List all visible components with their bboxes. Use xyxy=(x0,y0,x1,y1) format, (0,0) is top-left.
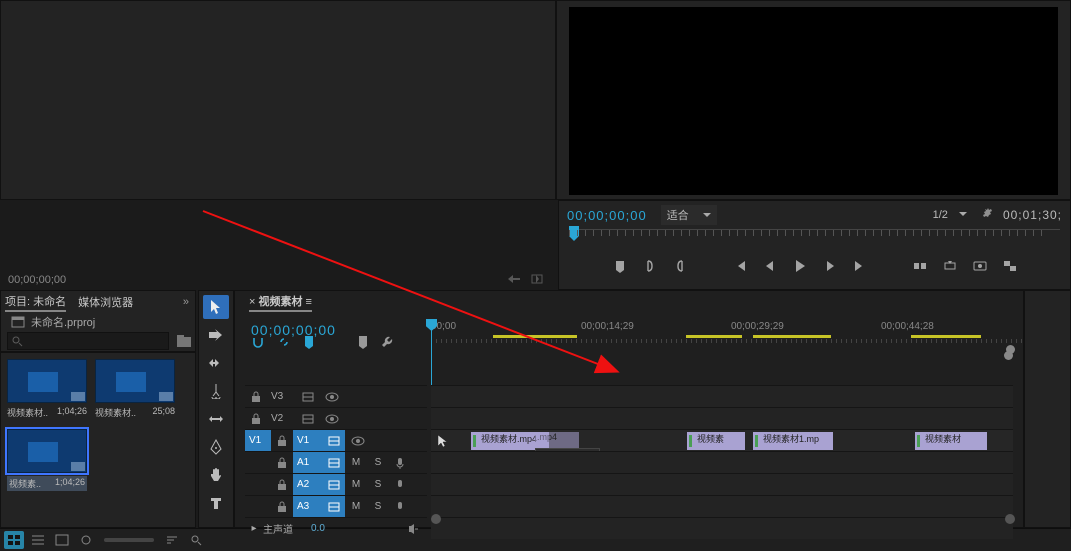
clip-video-2[interactable]: 视频素 xyxy=(687,432,745,450)
track-header-v3[interactable]: V3 xyxy=(245,385,427,407)
track-header-v1[interactable]: V1 V1 xyxy=(245,429,427,451)
hand-tool[interactable] xyxy=(203,463,229,487)
project-search-input[interactable] xyxy=(7,332,169,350)
source-timecode[interactable]: 00;00;00;00 xyxy=(8,274,66,286)
sync-lock-icon[interactable] xyxy=(297,386,319,407)
sound-icon[interactable] xyxy=(405,523,419,535)
insert-icon[interactable] xyxy=(506,272,524,288)
snap-icon[interactable] xyxy=(251,335,265,349)
clip-thumbnail[interactable]: 视频素材..25;08 xyxy=(95,359,175,419)
sort-icon[interactable] xyxy=(162,531,182,549)
master-track[interactable]: ▸ 主声道 0.0 xyxy=(245,517,427,539)
search-icon xyxy=(11,335,23,347)
timeline-panel: × 视频素材 ≡ 00;00;00;00 00;00 00;00;14;29 0… xyxy=(234,290,1024,528)
go-to-in-button[interactable] xyxy=(730,257,750,275)
comparison-view-button[interactable] xyxy=(1000,257,1020,275)
master-volume[interactable]: 0.0 xyxy=(311,523,325,534)
solo-button[interactable]: S xyxy=(367,452,389,473)
list-view-button[interactable] xyxy=(28,531,48,549)
track-header-a3[interactable]: A3 M S xyxy=(245,495,427,517)
program-duration: 00;01;30; xyxy=(1003,208,1062,222)
go-to-out-button[interactable] xyxy=(850,257,870,275)
track-select-tool[interactable] xyxy=(203,323,229,347)
export-frame-button[interactable] xyxy=(970,257,990,275)
step-forward-button[interactable] xyxy=(820,257,840,275)
icon-view-button[interactable] xyxy=(4,531,24,549)
clip-thumbnail[interactable]: 视频素材..1;04;26 xyxy=(7,359,87,419)
tab-project[interactable]: 项目: 未命名 xyxy=(5,293,66,312)
overwrite-icon[interactable] xyxy=(530,272,548,288)
program-video-area[interactable] xyxy=(569,7,1058,195)
program-timecode[interactable]: 00;00;00;00 xyxy=(567,208,647,223)
mark-in-button[interactable] xyxy=(640,257,660,275)
track-header-a1[interactable]: A1 M S xyxy=(245,451,427,473)
track-header-v2[interactable]: V2 xyxy=(245,407,427,429)
wrench-icon[interactable] xyxy=(381,335,395,349)
extract-button[interactable] xyxy=(940,257,960,275)
type-tool[interactable] xyxy=(203,491,229,515)
linked-selection-icon[interactable] xyxy=(277,335,291,349)
expand-icon[interactable]: ▸ xyxy=(245,523,263,534)
thumbnail-zoom-slider[interactable] xyxy=(104,538,154,542)
lift-button[interactable] xyxy=(910,257,930,275)
mark-out-button[interactable] xyxy=(670,257,690,275)
track-header-a2[interactable]: A2 M S xyxy=(245,473,427,495)
toggle-track-output-icon[interactable] xyxy=(319,386,345,407)
tool-panel xyxy=(198,290,234,528)
zoom-scroll-right[interactable] xyxy=(1005,514,1015,524)
clip-thumbnail-selected[interactable]: 视频素..1;04;26 xyxy=(7,429,87,491)
play-button[interactable] xyxy=(790,257,810,275)
add-marker-button[interactable] xyxy=(610,257,630,275)
new-bin-button[interactable] xyxy=(175,333,193,349)
timeline-settings-icon[interactable] xyxy=(357,335,369,349)
selection-tool[interactable] xyxy=(203,295,229,319)
step-back-button[interactable] xyxy=(760,257,780,275)
tab-media-browser[interactable]: 媒体浏览器 xyxy=(78,294,133,310)
mute-button[interactable]: M xyxy=(345,452,367,473)
zoom-slider-icon[interactable] xyxy=(76,531,96,549)
program-scrubber[interactable] xyxy=(569,229,1060,251)
resolution-dropdown[interactable]: 1/2 xyxy=(933,209,967,221)
freeform-view-button[interactable] xyxy=(52,531,72,549)
settings-icon[interactable] xyxy=(981,207,997,223)
slip-tool[interactable] xyxy=(203,407,229,431)
program-monitor xyxy=(556,0,1071,200)
add-marker-icon[interactable] xyxy=(303,335,315,349)
pen-tool[interactable] xyxy=(203,435,229,459)
clip-video-4[interactable]: 视频素材 xyxy=(915,432,987,450)
clip-video-3[interactable]: 视频素材1.mp xyxy=(753,432,833,450)
cursor-icon xyxy=(437,434,449,448)
lock-icon[interactable] xyxy=(245,386,267,407)
ripple-edit-tool[interactable] xyxy=(203,351,229,375)
source-patch-v1[interactable]: V1 xyxy=(245,430,271,451)
project-file-label: 未命名.prproj xyxy=(31,314,95,330)
find-icon[interactable] xyxy=(186,531,206,549)
fit-dropdown[interactable]: 适合 xyxy=(661,205,717,225)
timeline-ruler[interactable]: 00;00 00;00;14;29 00;00;29;29 00;00;44;2… xyxy=(431,321,1013,345)
voice-over-icon[interactable] xyxy=(389,452,411,473)
timeline-tracks-area[interactable]: 视频素材.mp4 .mp4 -00;00;06;11 视频素 视频素材1.mp … xyxy=(431,385,1013,539)
zoom-scroll-left[interactable] xyxy=(431,514,441,524)
panel-menu-icon[interactable]: » xyxy=(183,296,189,308)
audio-meters xyxy=(1024,290,1071,528)
source-monitor xyxy=(0,0,556,200)
razor-tool[interactable] xyxy=(203,379,229,403)
project-bin[interactable]: 视频素材..1;04;26 视频素材..25;08 视频素..1;04;26 xyxy=(0,352,196,528)
sequence-tab[interactable]: 视频素材 xyxy=(258,296,302,308)
